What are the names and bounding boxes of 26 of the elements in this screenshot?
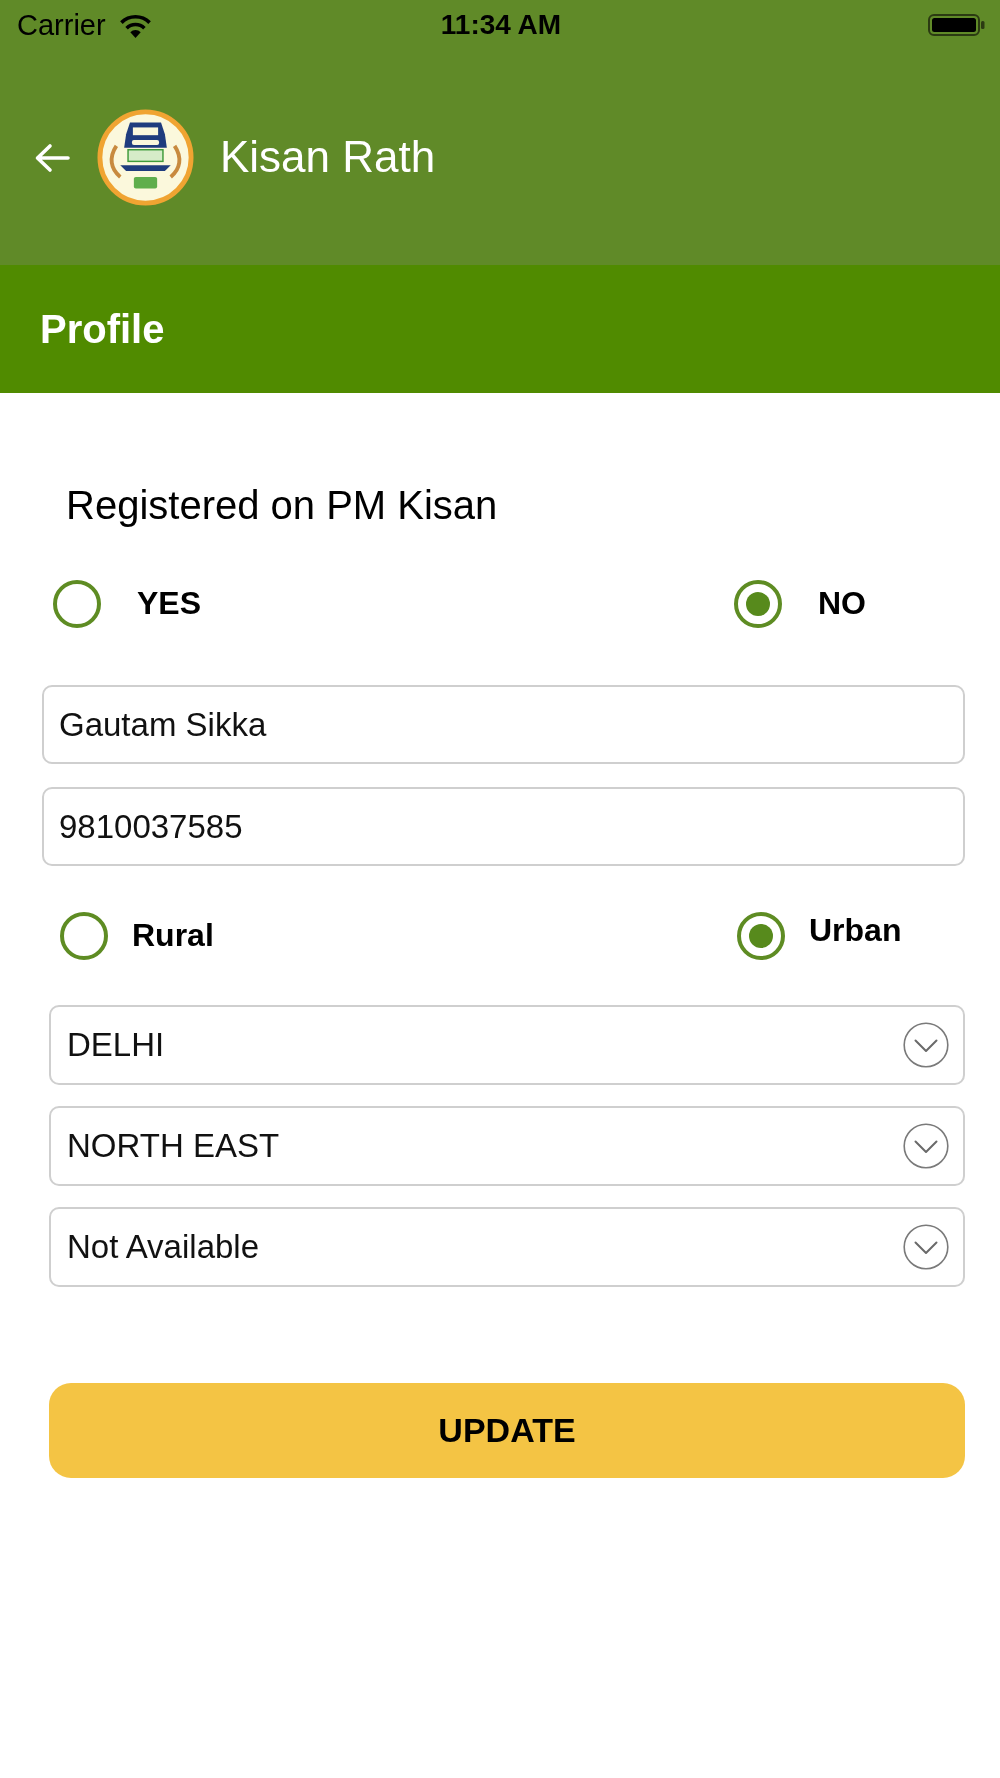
dropdown[interactable]: Not Available [49,1207,965,1287]
update-button[interactable]: UPDATE [49,1383,965,1478]
chevron-down-icon [903,1224,949,1270]
carrier-text: Carrier [17,10,106,40]
app-title: Kisan Rath [220,133,436,182]
truck-logo-icon [97,109,194,206]
battery-icon [928,14,985,36]
radio-label[interactable]: Rural [132,918,214,954]
chevron-down-icon [903,1123,949,1169]
name-field[interactable]: Gautam Sikka [42,685,965,764]
radio-button[interactable] [734,580,782,628]
dropdown[interactable]: NORTH EAST [49,1106,965,1186]
wifi-icon [117,12,153,38]
radio-button[interactable] [737,912,785,960]
page-title: Profile [40,307,165,351]
radio-button[interactable] [53,580,101,628]
radio-label[interactable]: YES [137,586,202,622]
back-arrow-icon[interactable] [34,142,70,173]
radio-label[interactable]: Urban [809,913,902,949]
radio-label[interactable]: NO [818,586,866,622]
clock-time: 11:34 AM [440,11,562,39]
radio-button[interactable] [60,912,108,960]
dropdown[interactable]: DELHI [49,1005,965,1085]
chevron-down-icon [903,1022,949,1068]
phone-field[interactable]: 9810037585 [42,787,965,866]
question-label: Registered on PM Kisan [66,482,499,529]
